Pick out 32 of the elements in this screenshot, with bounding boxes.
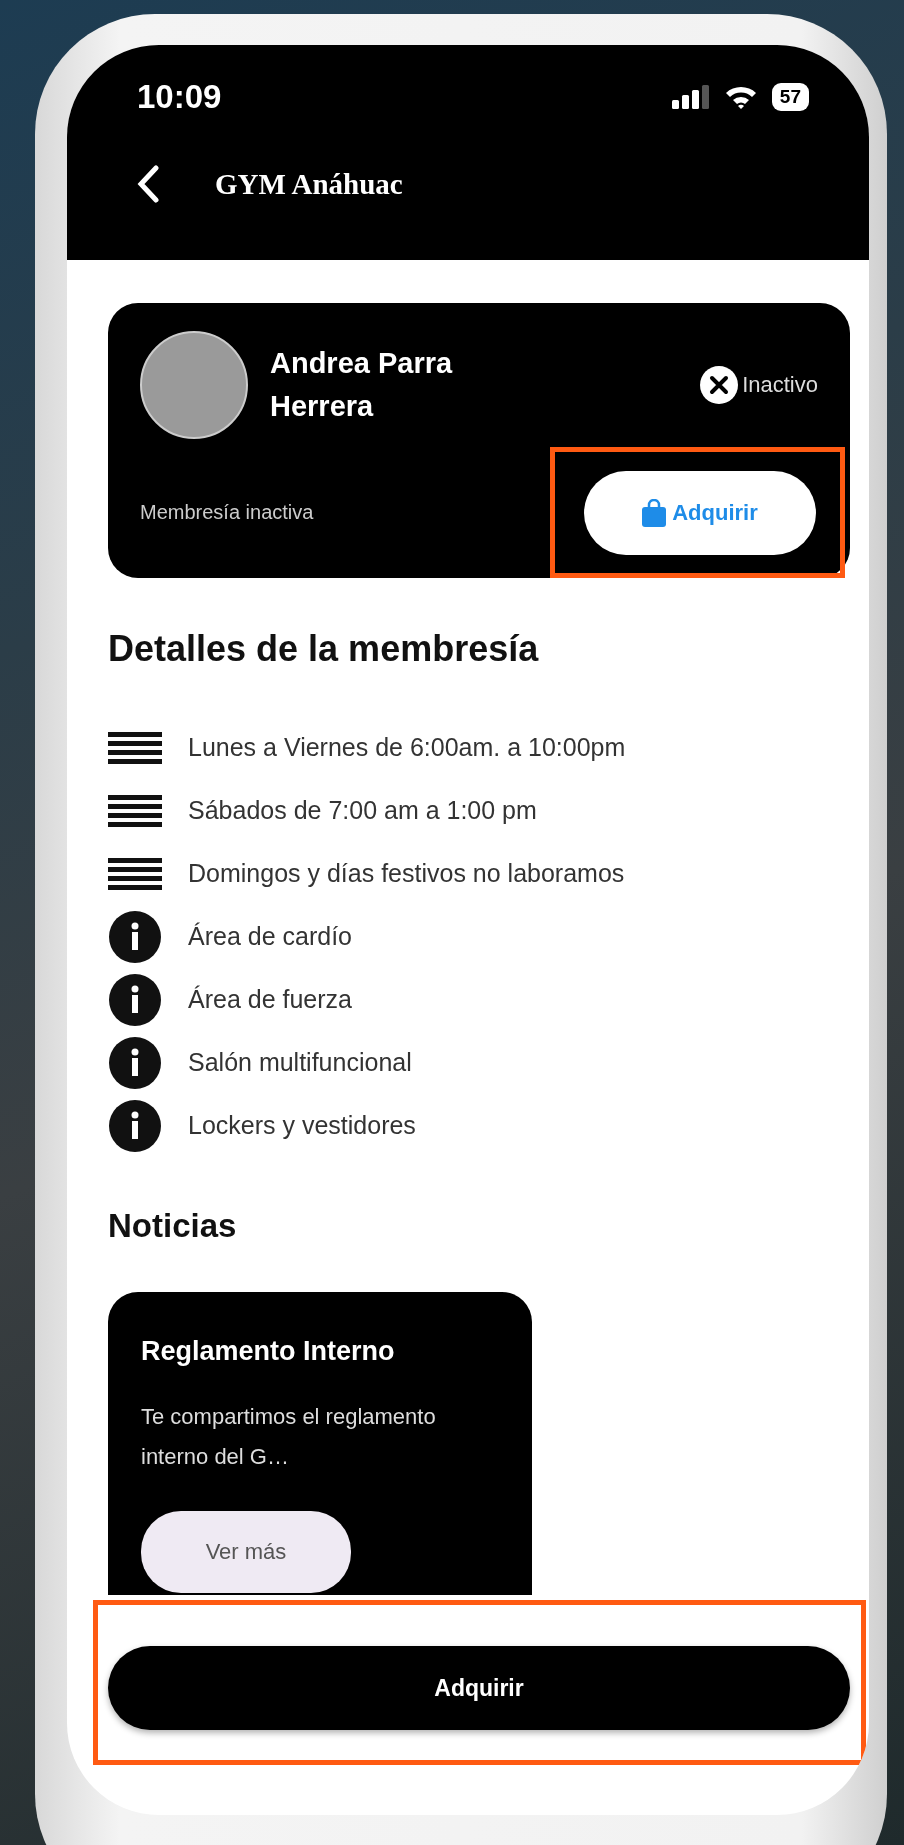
status-time: 10:09: [137, 78, 222, 116]
more-button[interactable]: Ver más: [141, 1511, 351, 1593]
info-icon: [109, 910, 161, 963]
news-summary: Te compartimos el reglamento interno del G…: [141, 1403, 437, 1471]
detail-text: Salón multifuncional: [188, 1048, 412, 1077]
screen-title: GYM Anáhuac: [215, 167, 403, 201]
detail-text: Lockers y vestidores: [188, 1111, 416, 1140]
section-title: Detalles de la membresía: [108, 628, 540, 670]
member-name: Andrea Parra Herrera: [270, 346, 454, 424]
buy-button[interactable]: Adquirir: [584, 471, 816, 555]
detail-text: Domingos y días festivos no laboramos: [188, 859, 625, 888]
menu-lines-icon: [108, 794, 162, 827]
back-icon[interactable]: [137, 165, 159, 203]
menu-lines-icon: [108, 731, 162, 764]
buy-button[interactable]: Adquirir: [108, 1646, 850, 1730]
news-title: Reglamento Interno: [141, 1336, 396, 1367]
info-icon: [109, 1036, 161, 1089]
news-card[interactable]: Reglamento Interno Te compartimos el reglamento interno del G… Ver más: [108, 1292, 532, 1595]
detail-text: Lunes a Viernes de 6:00am. a 10:00pm: [188, 733, 626, 762]
detail-text: Sábados de 7:00 am a 1:00 pm: [188, 796, 537, 825]
detail-text: Área de cardío: [188, 922, 352, 951]
battery-level: 57: [771, 83, 809, 111]
status-label: Inactivo: [742, 372, 818, 398]
menu-lines-icon: [108, 857, 162, 890]
membership-status: Membresía inactiva: [140, 501, 314, 524]
info-icon: [109, 1099, 161, 1152]
shopping-bag-icon: [642, 499, 667, 527]
signal-icon: [671, 85, 710, 109]
close-circle-icon: [700, 366, 739, 404]
detail-text: Área de fuerza: [188, 985, 352, 1014]
section-title: Noticias: [108, 1207, 238, 1245]
info-icon: [109, 973, 161, 1026]
